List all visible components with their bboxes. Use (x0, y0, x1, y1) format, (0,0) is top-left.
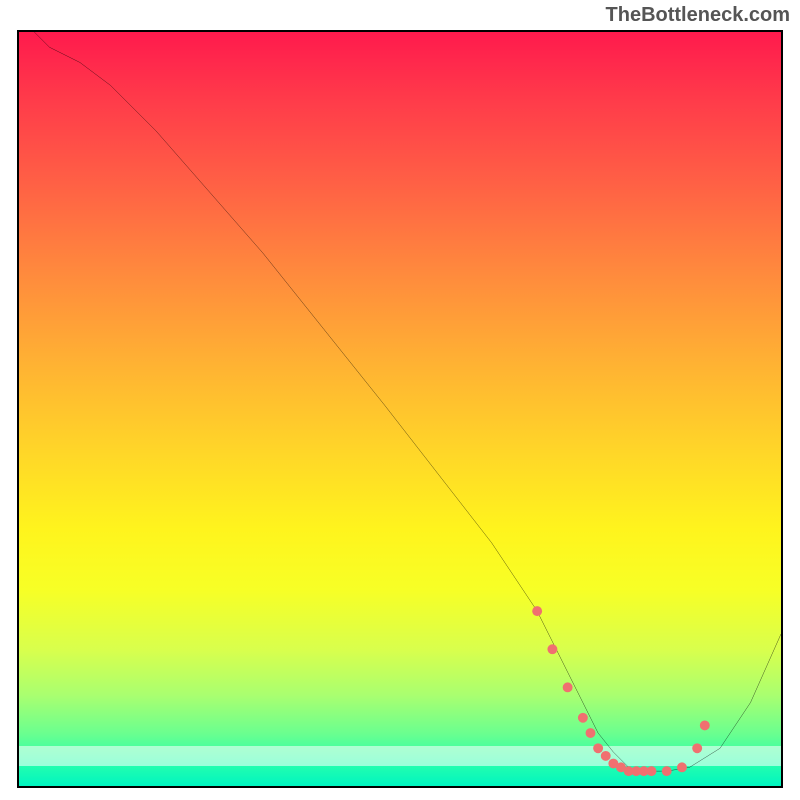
curve-line (34, 32, 781, 771)
marker-dot (662, 766, 672, 776)
marker-dot (578, 713, 588, 723)
marker-dot (601, 751, 611, 761)
curve-markers (532, 606, 710, 776)
marker-dot (586, 728, 596, 738)
watermark: TheBottleneck.com (606, 4, 790, 27)
marker-dot (692, 743, 702, 753)
plot-area (17, 30, 783, 788)
marker-dot (563, 682, 573, 692)
marker-dot (593, 743, 603, 753)
marker-dot (647, 766, 657, 776)
chart-container: TheBottleneck.com (0, 0, 800, 800)
marker-dot (677, 762, 687, 772)
marker-dot (532, 606, 542, 616)
chart-svg (19, 32, 781, 788)
marker-dot (547, 644, 557, 654)
marker-dot (700, 720, 710, 730)
